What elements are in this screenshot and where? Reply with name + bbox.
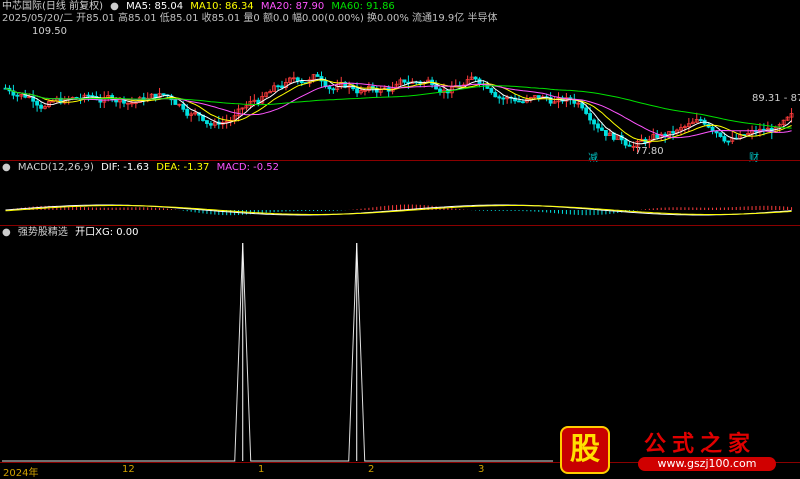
candle-body xyxy=(655,134,660,139)
watermark: 股 公式之家 www.gszj100.com xyxy=(556,426,796,474)
candle-body xyxy=(698,119,703,121)
candle-body xyxy=(600,127,604,131)
candle-body xyxy=(331,88,336,91)
candle-body xyxy=(355,88,359,94)
candle-body xyxy=(580,102,585,109)
chart-canvas xyxy=(2,71,794,462)
candle-body xyxy=(627,144,632,147)
candle-body xyxy=(185,108,190,116)
candle-body xyxy=(588,113,592,121)
candle-body xyxy=(596,123,600,129)
signal-line xyxy=(2,242,553,462)
candle-body xyxy=(521,101,525,104)
candle-body xyxy=(315,74,320,77)
candle-body xyxy=(434,84,438,90)
logo-char: 股 xyxy=(570,432,600,467)
candle-body xyxy=(327,86,332,90)
candle-body xyxy=(205,120,209,124)
ma60-line xyxy=(5,85,792,129)
candle-body xyxy=(90,95,95,97)
candle-body xyxy=(726,140,731,143)
watermark-logo: 股 xyxy=(560,426,610,474)
candle-body xyxy=(489,88,494,93)
candle-body xyxy=(762,128,766,131)
candle-body xyxy=(497,96,502,99)
site-name: 公式之家 xyxy=(644,432,757,457)
candle-body xyxy=(74,96,79,99)
candle-body xyxy=(623,139,628,146)
candle-body xyxy=(592,119,596,125)
candle-body xyxy=(15,94,20,97)
candle-body xyxy=(604,130,608,136)
candle-body xyxy=(173,99,178,105)
candle-body xyxy=(161,93,166,96)
site-url: www.gszj100.com xyxy=(638,457,776,471)
candle-body xyxy=(722,136,727,142)
candle-body xyxy=(493,92,498,98)
candle-body xyxy=(276,85,280,88)
candle-body xyxy=(295,77,300,82)
candle-body xyxy=(181,103,186,110)
candle-body xyxy=(280,85,284,89)
candle-body xyxy=(710,126,715,132)
candle-body xyxy=(671,131,675,134)
candle-body xyxy=(35,100,39,106)
candle-body xyxy=(402,79,407,83)
candle-body xyxy=(473,76,478,80)
candle-body xyxy=(299,80,304,83)
candle-body xyxy=(517,100,521,103)
candle-body xyxy=(208,123,213,126)
candle-body xyxy=(323,80,328,87)
candle-body xyxy=(501,97,506,100)
candle-body xyxy=(86,94,91,97)
candle-body xyxy=(584,107,589,114)
candle-body xyxy=(39,104,43,109)
candle-body xyxy=(718,132,723,137)
